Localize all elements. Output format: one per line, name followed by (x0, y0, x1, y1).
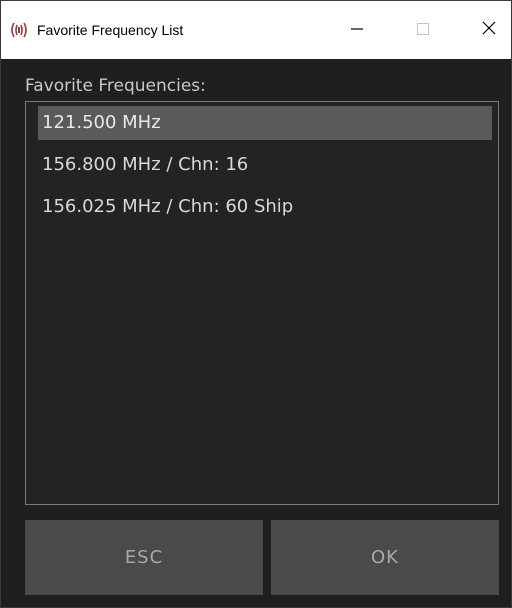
maximize-button[interactable] (400, 1, 446, 59)
list-item-156-025[interactable]: 156.025 MHz / Chn: 60 Ship (38, 190, 492, 224)
window-title: Favorite Frequency List (37, 22, 184, 38)
frequency-listbox[interactable]: 121.500 MHz 156.800 MHz / Chn: 16 156.02… (25, 101, 499, 505)
radio-waves-icon (10, 21, 28, 39)
list-item-121-500[interactable]: 121.500 MHz (38, 106, 492, 140)
maximize-icon (416, 21, 430, 40)
favorite-frequency-window: Favorite Frequency List Favorite Frequen… (0, 0, 512, 608)
minimize-button[interactable] (334, 1, 380, 59)
close-icon (481, 20, 497, 40)
list-item-156-800[interactable]: 156.800 MHz / Chn: 16 (38, 148, 492, 182)
close-button[interactable] (466, 1, 512, 59)
dialog-content: Favorite Frequencies: 121.500 MHz 156.80… (1, 59, 511, 607)
esc-button[interactable]: ESC (25, 520, 263, 595)
minimize-icon (350, 21, 364, 40)
favorite-frequencies-label: Favorite Frequencies: (25, 76, 206, 96)
ok-button[interactable]: OK (271, 520, 499, 595)
title-bar[interactable]: Favorite Frequency List (1, 1, 511, 59)
